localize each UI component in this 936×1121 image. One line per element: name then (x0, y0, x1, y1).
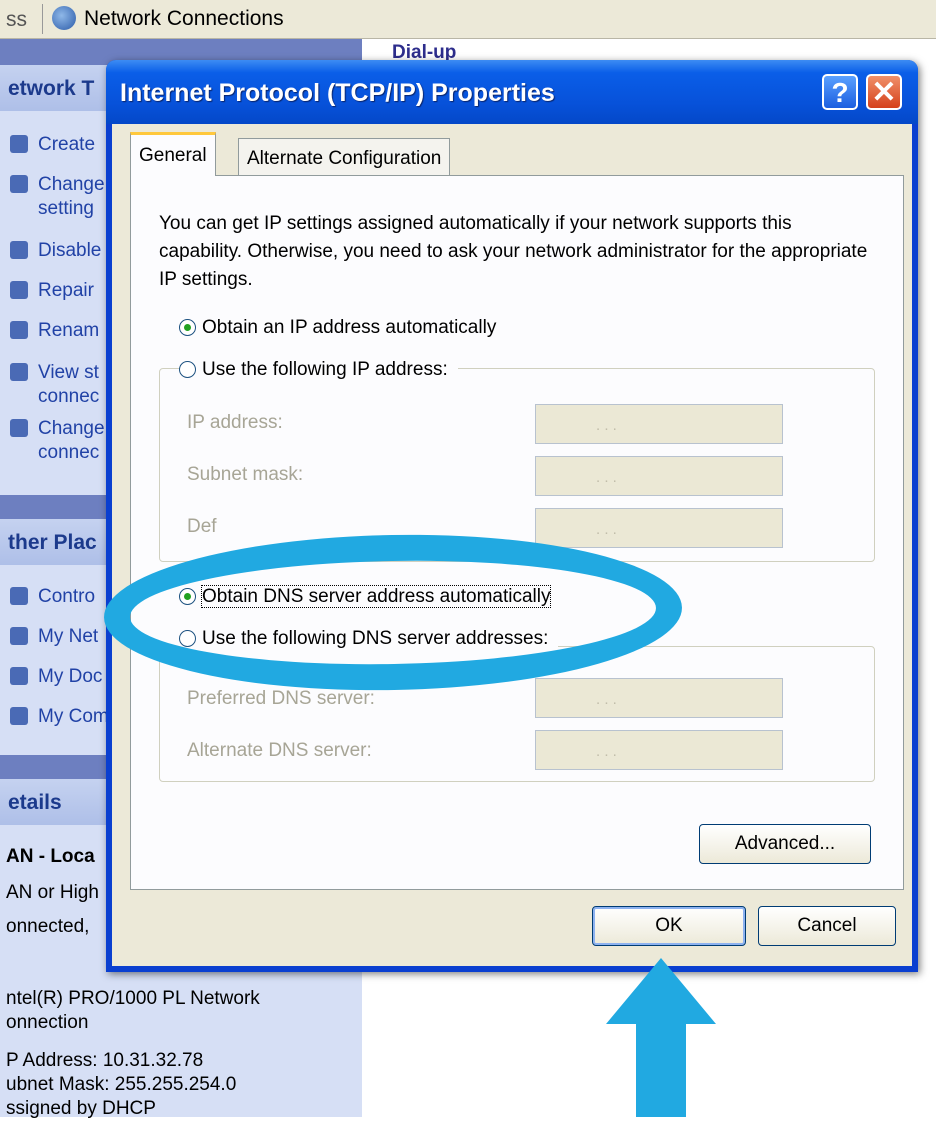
close-button[interactable]: ✕ (866, 74, 902, 110)
cancel-button[interactable]: Cancel (758, 906, 896, 946)
task-change-settings[interactable]: Change setting (10, 173, 105, 221)
default-gateway-label: Def (187, 516, 217, 537)
subnet-mask-label: Subnet mask: (187, 464, 304, 485)
radio-unselected-icon (179, 361, 196, 378)
preferred-dns-label: Preferred DNS server: (187, 688, 375, 709)
dialog-description: You can get IP settings assigned automat… (159, 213, 868, 290)
address-fragment: ss (6, 8, 27, 31)
control-panel-icon (10, 587, 28, 605)
subnet-mask-field[interactable]: . . . (535, 456, 783, 496)
alternate-dns-label: Alternate DNS server: (187, 740, 372, 761)
radio-selected-icon (179, 319, 196, 336)
general-tab-page: You can get IP settings assigned automat… (130, 175, 904, 890)
up-arrow-annotation (606, 958, 716, 1117)
details-connection-name: AN - Loca (6, 846, 95, 867)
task-icon (10, 241, 28, 259)
details-line: ssigned by DHCP (6, 1098, 156, 1119)
network-places-icon (10, 627, 28, 645)
alternate-dns-field[interactable]: . . . (535, 730, 783, 770)
details-line: AN or High (6, 882, 99, 903)
default-gateway-field[interactable]: . . . (535, 508, 783, 548)
task-rename[interactable]: Renam (10, 319, 99, 343)
task-icon (10, 175, 28, 193)
task-icon (10, 321, 28, 339)
task-disable[interactable]: Disable (10, 239, 101, 263)
dialog-title: Internet Protocol (TCP/IP) Properties (120, 79, 555, 107)
network-connections-icon (52, 6, 76, 30)
task-change-connection[interactable]: Change connec (10, 417, 105, 465)
task-view-status[interactable]: View st connec (10, 361, 99, 409)
documents-icon (10, 667, 28, 685)
tab-general[interactable]: General (130, 132, 216, 176)
task-icon (10, 419, 28, 437)
place-my-computer[interactable]: My Com (10, 705, 109, 729)
details-line: ntel(R) PRO/1000 PL Network (6, 988, 260, 1009)
computer-icon (10, 707, 28, 725)
place-my-network[interactable]: My Net (10, 625, 98, 649)
advanced-button[interactable]: Advanced... (699, 824, 871, 864)
dialog-titlebar[interactable]: Internet Protocol (TCP/IP) Properties ? … (106, 60, 918, 124)
help-button[interactable]: ? (822, 74, 858, 110)
place-control-panel[interactable]: Contro (10, 585, 95, 609)
window-title: Network Connections (84, 7, 284, 30)
details-subnet-mask: ubnet Mask: 255.255.254.0 (6, 1074, 237, 1095)
tab-alternate-configuration[interactable]: Alternate Configuration (238, 138, 451, 178)
address-bar: ss Network Connections (0, 0, 936, 39)
ip-address-field[interactable]: . . . (535, 404, 783, 444)
ok-button[interactable]: OK (592, 906, 746, 946)
place-my-documents[interactable]: My Doc (10, 665, 102, 689)
task-icon (10, 281, 28, 299)
task-icon (10, 135, 28, 153)
ip-address-label: IP address: (187, 412, 283, 433)
obtain-ip-automatically-radio[interactable]: Obtain an IP address automatically (179, 317, 496, 339)
details-ip-address: P Address: 10.31.32.78 (6, 1050, 204, 1071)
task-icon (10, 363, 28, 381)
tcpip-properties-dialog: Internet Protocol (TCP/IP) Properties ? … (106, 60, 918, 972)
use-following-ip-radio[interactable]: Use the following IP address: (179, 359, 458, 381)
preferred-dns-field[interactable]: . . . (535, 678, 783, 718)
toolbar-separator (42, 4, 43, 34)
task-create[interactable]: Create (10, 133, 95, 157)
task-repair[interactable]: Repair (10, 279, 94, 303)
details-line: onnection (6, 1012, 89, 1033)
details-line: onnected, (6, 916, 90, 937)
